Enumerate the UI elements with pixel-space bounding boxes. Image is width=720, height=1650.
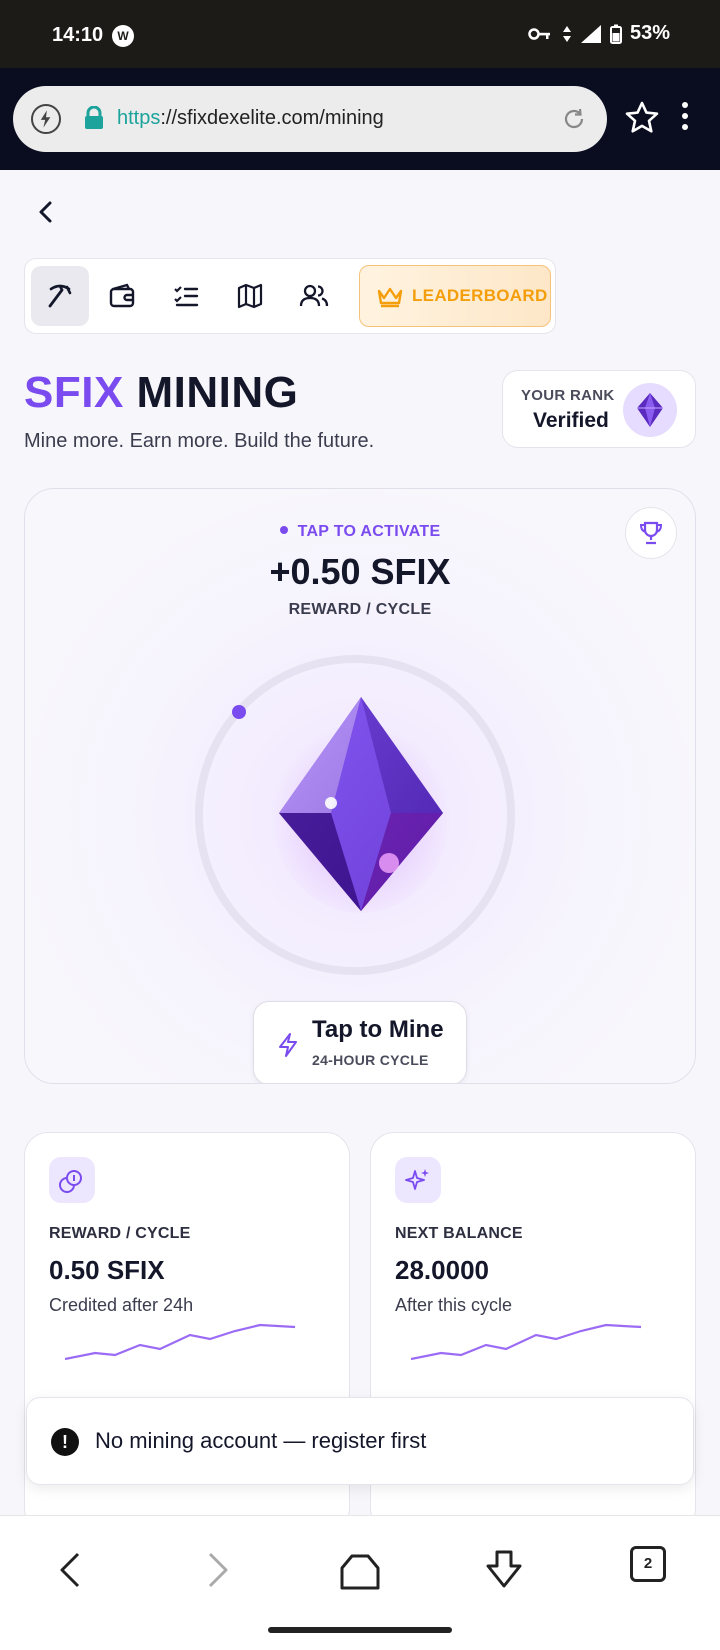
tap-button-title: Tap to Mine [312, 1016, 444, 1043]
status-bar: 14:10 W 53% [0, 0, 720, 68]
activation-status-text: TAP TO ACTIVATE [297, 523, 441, 540]
sparkles-icon [395, 1157, 441, 1203]
address-bar[interactable]: https://sfixdexelite.com/mining [13, 86, 607, 152]
error-toast[interactable]: ! No mining account — register first [26, 1397, 694, 1485]
toast-message: No mining account — register first [95, 1428, 427, 1453]
tap-button-subtitle: 24-HOUR CYCLE [312, 1052, 429, 1068]
data-arrows-icon [562, 25, 571, 42]
nav-referrals[interactable] [285, 266, 343, 326]
map-icon [237, 283, 263, 309]
section-nav: LEADERBOARD [24, 258, 556, 334]
coins-icon [49, 1157, 95, 1203]
vpn-key-icon [528, 27, 550, 40]
wallet-icon [109, 283, 135, 308]
stat-note: After this cycle [395, 1295, 513, 1315]
bookmark-star-icon[interactable] [624, 100, 660, 136]
brand-name: SFIX [24, 368, 124, 417]
browser-toolbar: https://sfixdexelite.com/mining [0, 68, 720, 170]
bolt-icon [279, 1033, 297, 1057]
nav-wallet[interactable] [93, 266, 151, 326]
sparkline [65, 1323, 296, 1361]
tap-to-mine-button[interactable]: Tap to Mine 24-HOUR CYCLE [253, 1001, 467, 1083]
nav-tasks[interactable] [157, 266, 215, 326]
home-indicator [268, 1627, 452, 1633]
crown-icon [377, 287, 403, 308]
browser-menu-icon[interactable] [678, 102, 692, 136]
page-title: SFIX MINING [24, 368, 298, 418]
browser-bottom-nav: 2 [0, 1515, 720, 1650]
home-icon[interactable] [336, 1546, 384, 1594]
page-content: LEADERBOARD SFIX MINING Mine more. Earn … [0, 170, 720, 1515]
page-subtitle: Mine more. Earn more. Build the future. [24, 430, 375, 452]
checklist-icon [174, 286, 199, 307]
lightning-icon[interactable] [31, 104, 61, 134]
mining-card: TAP TO ACTIVATE +0.50 SFIX REWARD / CYCL… [24, 488, 696, 1084]
stat-value: 0.50 SFIX [49, 1255, 165, 1285]
tabs-count-button[interactable]: 2 [630, 1546, 666, 1582]
url-path: ://sfixdexelite.com/mining [160, 107, 384, 129]
battery-level: 53% [629, 22, 670, 44]
activation-status: TAP TO ACTIVATE [25, 523, 695, 541]
notification-app-icon: W [112, 25, 134, 47]
lock-icon[interactable] [83, 106, 105, 130]
leaderboard-button[interactable]: LEADERBOARD [359, 265, 551, 327]
stat-label: REWARD / CYCLE [49, 1225, 191, 1242]
users-icon [299, 284, 329, 307]
nav-mining[interactable] [31, 266, 89, 326]
trophy-icon [639, 521, 663, 545]
reward-amount: +0.50 SFIX [269, 551, 451, 592]
stat-note: Credited after 24h [49, 1295, 194, 1315]
status-time: 14:10 [52, 24, 104, 46]
leaderboard-label: LEADERBOARD [412, 286, 548, 305]
rank-card: YOUR RANK Verified [502, 370, 696, 448]
stat-label: NEXT BALANCE [395, 1225, 523, 1242]
back-icon[interactable] [48, 1546, 96, 1594]
rank-gem-icon [623, 383, 677, 437]
reload-icon[interactable] [561, 106, 587, 132]
reward-caption: REWARD / CYCLE [288, 601, 432, 618]
signal-icon [580, 24, 601, 43]
url-scheme: https [117, 107, 161, 129]
alert-icon: ! [51, 1428, 79, 1456]
trophy-button[interactable] [625, 507, 677, 559]
stat-value: 28.0000 [395, 1255, 489, 1285]
nav-roadmap[interactable] [221, 266, 279, 326]
back-arrow-icon[interactable] [30, 196, 62, 228]
sparkline [411, 1323, 642, 1361]
status-icons: 53% [528, 22, 670, 45]
rank-label: YOUR RANK [521, 387, 615, 404]
url-text[interactable]: https://sfixdexelite.com/mining [117, 107, 384, 130]
battery-icon [609, 24, 622, 44]
crystal-gem-icon [271, 697, 451, 913]
forward-icon[interactable] [192, 1546, 240, 1594]
pickaxe-icon [48, 284, 72, 308]
rank-value: Verified [533, 409, 609, 432]
title-rest: MINING [123, 368, 299, 417]
download-icon[interactable] [480, 1546, 528, 1594]
